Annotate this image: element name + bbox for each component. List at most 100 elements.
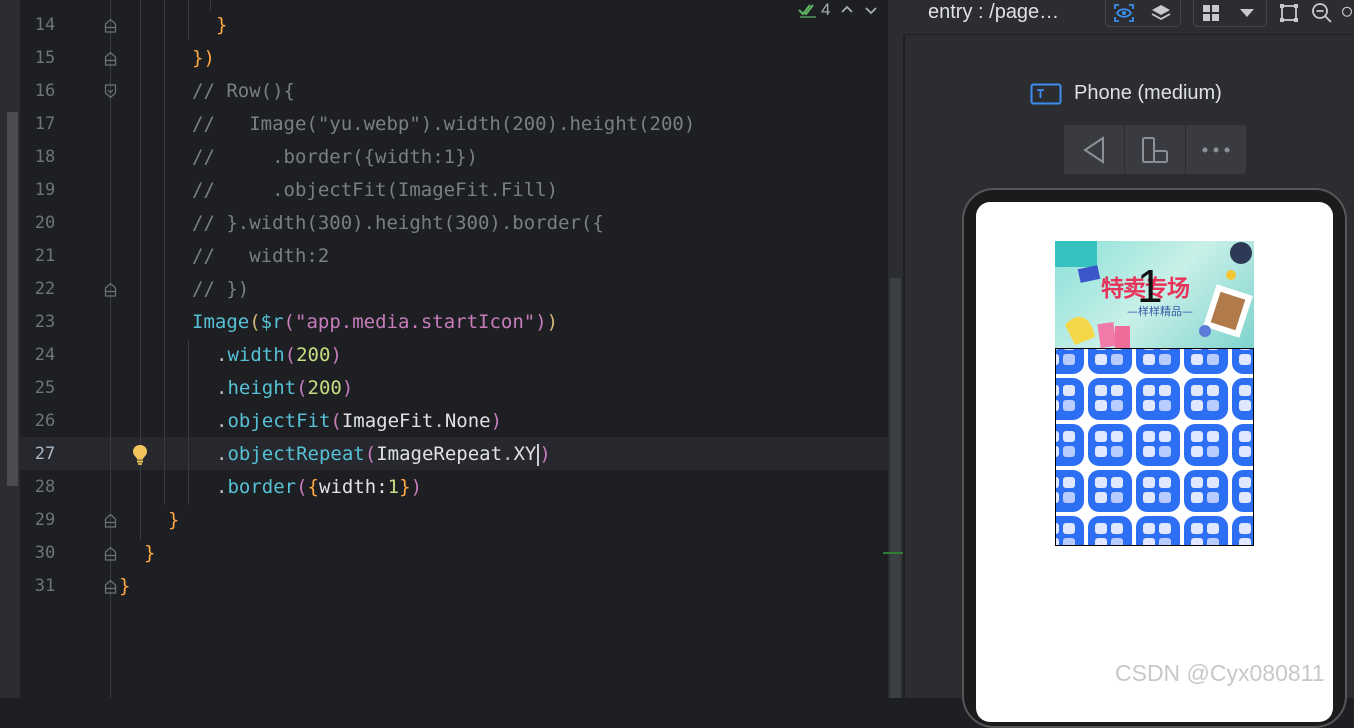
fold-end-icon[interactable]: [104, 18, 117, 33]
line-number: 29: [34, 510, 56, 530]
layers-icon: [1151, 5, 1171, 21]
code-line[interactable]: 17 // Image("yu.webp").width(200).height…: [20, 108, 888, 141]
device-controls: [1064, 125, 1246, 174]
more-horizontal-icon: [1202, 147, 1230, 152]
crop-frame-icon: [1280, 4, 1298, 22]
fold-start-icon[interactable]: [104, 84, 117, 99]
code-line[interactable]: 26 .objectFit(ImageFit.None): [20, 405, 888, 438]
preview-banner-image[interactable]: 特卖专场 —样样精品— 1: [1055, 241, 1254, 348]
fold-end-icon[interactable]: [104, 51, 117, 66]
multi-device-button[interactable]: [1198, 0, 1224, 26]
code-line[interactable]: 19 // .objectFit(ImageFit.Fill): [20, 174, 888, 207]
code-text: // .border({width:1}): [192, 146, 478, 168]
line-number: 27: [34, 444, 56, 464]
code-text: // }): [192, 278, 250, 300]
preview-repeated-icon-image[interactable]: [1055, 348, 1254, 546]
inspection-count[interactable]: 4: [798, 0, 830, 20]
inspection-widget[interactable]: 4: [798, 0, 878, 20]
line-number: 17: [34, 114, 56, 134]
code-line[interactable]: 20 // }.width(300).height(300).border({: [20, 207, 888, 240]
zoom-in-icon: [1341, 6, 1353, 17]
rotate-button[interactable]: [1125, 125, 1186, 174]
line-number: 23: [34, 312, 56, 332]
code-line[interactable]: 16 // Row(){: [20, 75, 888, 108]
code-text: .width(200): [216, 344, 342, 366]
line-number: 26: [34, 411, 56, 431]
code-text: // width:2: [192, 245, 330, 267]
fold-end-icon[interactable]: [104, 282, 117, 297]
fold-end-icon[interactable]: [104, 546, 117, 561]
code-text: // Row(){: [192, 80, 295, 102]
device-selector[interactable]: Phone (medium): [1030, 82, 1222, 105]
code-text: Image($r("app.media.startIcon")): [192, 311, 559, 333]
app-icon-tiles: [1056, 349, 1253, 545]
code-text: }: [168, 509, 180, 531]
more-button[interactable]: [1186, 125, 1246, 174]
code-line-current[interactable]: 27 .objectRepeat(ImageRepeat.XY): [20, 438, 888, 471]
code-text: .objectFit(ImageFit.None): [216, 410, 503, 432]
line-number: 20: [34, 213, 56, 233]
code-text: }): [192, 47, 215, 69]
left-scroll-thumb[interactable]: [7, 112, 18, 486]
code-text: // .objectFit(ImageFit.Fill): [192, 179, 559, 201]
fit-screen-button[interactable]: [1276, 0, 1302, 26]
code-text: }: [119, 575, 131, 597]
lightbulb-icon[interactable]: [131, 444, 149, 466]
code-editor[interactable]: 14 } 15 }) 16 // Row(){ 17 // Image("yu.…: [0, 0, 903, 698]
phone-device-icon: [1030, 83, 1062, 104]
code-line[interactable]: 15 }): [20, 42, 888, 75]
line-number: 16: [34, 81, 56, 101]
code-text: }: [144, 542, 156, 564]
code-text: }: [216, 14, 228, 36]
caret-down-icon: [1240, 9, 1254, 17]
line-number: 30: [34, 543, 56, 563]
panel-divider[interactable]: [903, 0, 905, 698]
back-triangle-icon: [1083, 135, 1104, 164]
double-check-icon: [798, 4, 816, 18]
code-line[interactable]: 24 .width(200): [20, 339, 888, 372]
line-number: 22: [34, 279, 56, 299]
fold-end-icon[interactable]: [104, 579, 117, 594]
line-number: 28: [34, 477, 56, 497]
line-number: 19: [34, 180, 56, 200]
code-line[interactable]: 31 }: [20, 570, 888, 603]
zoom-out-button[interactable]: [1309, 0, 1335, 26]
scrollbar-change-marker: [883, 552, 903, 554]
code-text: .objectRepeat(ImageRepeat.XY): [216, 443, 551, 466]
back-button[interactable]: [1064, 125, 1125, 174]
layers-button[interactable]: [1147, 0, 1175, 26]
previewer-title: entry : /page…: [928, 1, 1060, 23]
code-line[interactable]: 28 .border({width:1}): [20, 471, 888, 504]
rotate-device-icon: [1142, 136, 1168, 163]
chevron-up-icon[interactable]: [840, 3, 854, 17]
grid-icon: [1203, 5, 1219, 21]
code-line[interactable]: 30 }: [20, 537, 888, 570]
code-line[interactable]: 25 .height(200): [20, 372, 888, 405]
inspector-button[interactable]: [1110, 0, 1138, 26]
code-line[interactable]: 14 }: [20, 9, 888, 42]
zoom-in-button[interactable]: [1340, 0, 1354, 26]
zoom-out-icon: [1312, 3, 1332, 23]
chevron-down-icon[interactable]: [864, 3, 878, 17]
code-text: // }.width(300).height(300).border({: [192, 212, 604, 234]
line-number: 14: [34, 15, 56, 35]
overlay-number: 1: [1137, 260, 1163, 312]
watermark: CSDN @Cyx080811: [1115, 660, 1325, 686]
fold-end-icon[interactable]: [104, 513, 117, 528]
code-line[interactable]: 18 // .border({width:1}): [20, 141, 888, 174]
code-text: // Image("yu.webp").width(200).height(20…: [192, 113, 696, 135]
code-text: .height(200): [216, 377, 354, 399]
line-number: 21: [34, 246, 56, 266]
device-name: Phone (medium): [1074, 82, 1222, 104]
code-line[interactable]: 29 }: [20, 504, 888, 537]
code-line[interactable]: 21 // width:2: [20, 240, 888, 273]
editor-scrollbar-thumb[interactable]: [890, 278, 901, 698]
line-number: 18: [34, 147, 56, 167]
code-text: .border({width:1}): [216, 476, 423, 498]
code-line[interactable]: 22 // }): [20, 273, 888, 306]
view-mode-dropdown[interactable]: [1234, 0, 1260, 26]
code-line[interactable]: 23 Image($r("app.media.startIcon")): [20, 306, 888, 339]
line-number: 31: [34, 576, 56, 596]
line-number: 24: [34, 345, 56, 365]
line-number: 15: [34, 48, 56, 68]
